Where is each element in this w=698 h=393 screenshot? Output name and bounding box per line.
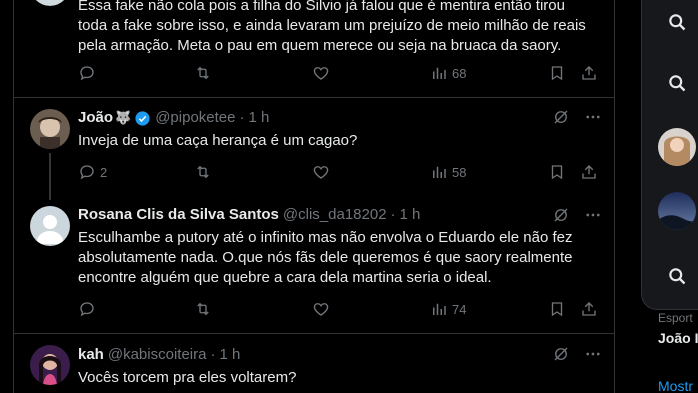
reply-button[interactable] <box>78 64 96 82</box>
tweet-actions: 74 <box>78 300 602 320</box>
handle[interactable]: @pipoketee <box>155 108 235 128</box>
views-button[interactable]: 74 <box>430 300 466 318</box>
reply-icon <box>80 66 94 81</box>
timestamp[interactable]: 1 h <box>219 345 240 365</box>
heart-icon <box>313 67 329 80</box>
retweet-button[interactable] <box>194 300 212 318</box>
like-button[interactable] <box>312 64 330 82</box>
tweet-text: Essa fake não cola pois a filha do Silvi… <box>78 0 586 54</box>
retweet-icon <box>197 165 209 179</box>
grok-icon[interactable] <box>552 206 570 224</box>
share-button[interactable] <box>580 64 598 82</box>
tweet-actions: 68 <box>78 64 602 84</box>
share-button[interactable] <box>580 163 598 181</box>
reply-icon <box>80 302 94 317</box>
grok-icon[interactable] <box>552 108 570 126</box>
avatar[interactable] <box>30 0 70 6</box>
timestamp[interactable]: 1 h <box>400 205 421 225</box>
tweet-text: Esculhambe a putory até o infinito mas n… <box>78 229 573 286</box>
views-count: 74 <box>452 301 467 317</box>
views-button[interactable]: 68 <box>430 64 466 82</box>
views-count: 58 <box>452 164 467 180</box>
avatar[interactable] <box>30 206 70 246</box>
grok-icon[interactable] <box>552 345 570 363</box>
views-button[interactable]: 58 <box>430 163 466 181</box>
tweet-text: Inveja de uma caça herança é um cagao? <box>78 132 358 149</box>
tweet[interactable]: Rosana Clis da Silva Santos @clis_da1820… <box>14 196 614 333</box>
avatar[interactable] <box>30 109 70 149</box>
reply-icon <box>80 165 94 180</box>
display-name[interactable]: João <box>78 108 113 128</box>
tweet[interactable]: kah @kabiscoiteira · 1 h Vocês torcem pr… <box>14 333 614 393</box>
handle[interactable]: @kabiscoiteira <box>108 345 207 365</box>
more-icon[interactable] <box>584 108 602 126</box>
more-icon[interactable] <box>584 206 602 224</box>
views-icon <box>433 303 446 315</box>
bookmark-button[interactable] <box>548 163 566 181</box>
bookmark-button[interactable] <box>548 64 566 82</box>
like-button[interactable] <box>312 163 330 181</box>
retweet-icon <box>197 66 209 80</box>
wolf-emoji: 🐺 <box>115 110 132 125</box>
tweet-text: Vocês torcem pra eles voltarem? <box>78 369 297 386</box>
retweet-button[interactable] <box>194 64 212 82</box>
bookmark-icon <box>551 165 563 180</box>
search-result-row[interactable] <box>655 0 698 44</box>
share-button[interactable] <box>580 300 598 318</box>
tweet[interactable]: João 🐺 @pipoketee · 1 h Inveja de uma ca… <box>14 97 614 200</box>
avatar[interactable] <box>30 345 70 385</box>
bookmark-icon <box>551 66 563 81</box>
heart-icon <box>313 166 329 179</box>
search-user-avatar[interactable] <box>658 128 696 166</box>
views-icon <box>433 67 446 79</box>
share-icon <box>582 302 596 316</box>
search-user-avatar[interactable] <box>658 192 696 230</box>
timestamp[interactable]: 1 h <box>248 108 269 128</box>
display-name[interactable]: Rosana Clis da Silva Santos <box>78 205 279 225</box>
search-icon <box>669 75 686 92</box>
bookmark-button[interactable] <box>548 300 566 318</box>
trend-category: Esport <box>658 311 693 325</box>
display-name[interactable]: kah <box>78 345 104 365</box>
verified-badge-icon <box>134 110 151 127</box>
search-icon <box>669 14 686 31</box>
timeline-feed: Essa fake não cola pois a filha do Silvi… <box>13 0 615 393</box>
tweet-header: João 🐺 @pipoketee · 1 h <box>78 108 270 128</box>
trend-name[interactable]: João I <box>658 330 698 346</box>
share-icon <box>582 165 596 179</box>
reply-button[interactable]: 2 <box>78 163 107 181</box>
retweet-button[interactable] <box>194 163 212 181</box>
bookmark-icon <box>551 302 563 317</box>
search-result-row[interactable] <box>655 254 698 298</box>
search-result-row[interactable] <box>655 61 698 105</box>
retweet-icon <box>197 302 209 316</box>
handle[interactable]: @clis_da18202 <box>283 205 387 225</box>
tweet-header: kah @kabiscoiteira · 1 h <box>78 345 241 365</box>
views-count: 68 <box>452 65 467 81</box>
views-icon <box>433 166 446 178</box>
search-icon <box>669 268 686 285</box>
heart-icon <box>313 303 329 316</box>
right-sidebar: Esport João I Mostr <box>615 0 698 393</box>
tweet[interactable]: Essa fake não cola pois a filha do Silvi… <box>14 0 614 97</box>
tweet-actions: 2 58 <box>78 163 602 183</box>
like-button[interactable] <box>312 300 330 318</box>
reply-button[interactable] <box>78 300 96 318</box>
thread-line <box>49 153 51 200</box>
tweet-header: Rosana Clis da Silva Santos @clis_da1820… <box>78 205 421 225</box>
more-icon[interactable] <box>584 345 602 363</box>
show-more-link[interactable]: Mostr <box>658 378 693 393</box>
reply-count: 2 <box>100 164 108 180</box>
share-icon <box>582 66 596 80</box>
